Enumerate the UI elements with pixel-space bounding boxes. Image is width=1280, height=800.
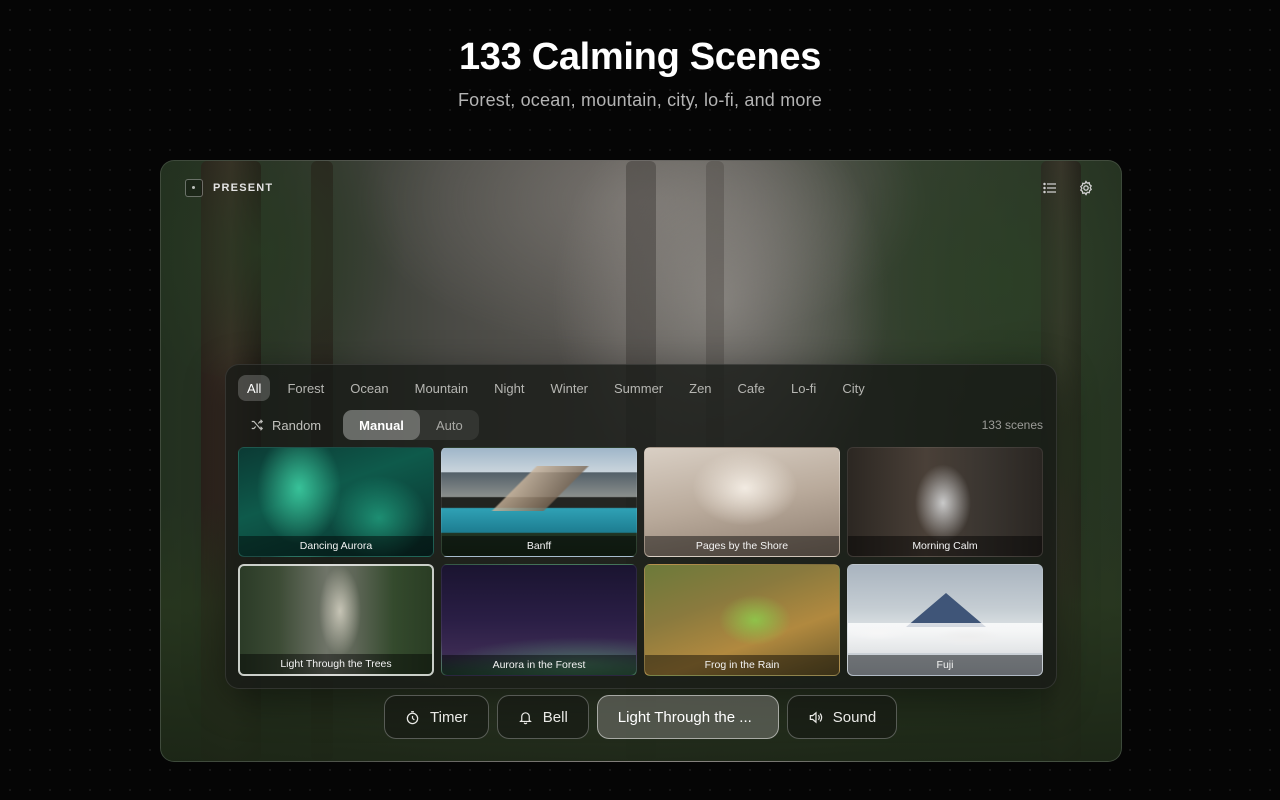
random-label: Random [272,417,322,433]
timer-button[interactable]: Timer [384,695,489,739]
category-tabs: All Forest Ocean Mountain Night Winter S… [238,375,882,401]
scene-card[interactable]: Dancing Aurora [238,447,434,557]
scene-card-label: Dancing Aurora [239,536,433,556]
random-button[interactable]: Random [238,410,333,440]
scene-card[interactable]: Pages by the Shore [644,447,840,557]
manual-mode-button[interactable]: Manual [343,410,420,440]
scene-card[interactable]: Fuji [847,564,1043,676]
now-playing-button[interactable]: Light Through the ... [596,695,779,739]
timer-icon [406,710,419,724]
sound-label: Sound [832,708,877,726]
scene-card[interactable]: Frog in the Rain [644,564,840,676]
tab-cafe[interactable]: Cafe [729,375,774,401]
top-bar: PRESENT [185,177,1097,199]
scene-card-label: Banff [442,536,636,556]
scene-grid: Dancing Aurora Banff Pages by the Shore … [238,447,1044,676]
scene-card[interactable]: Aurora in the Forest [441,564,637,676]
tab-night[interactable]: Night [485,375,533,401]
list-icon[interactable] [1039,177,1061,199]
bottom-dock: Timer Bell Light Through the ... Sound [384,695,898,739]
scene-card-label: Pages by the Shore [645,536,839,556]
bell-button[interactable]: Bell [496,695,589,739]
scene-card-label: Fuji [848,655,1042,675]
mountain-shape [906,593,986,627]
timer-label: Timer [430,708,468,726]
brand-name: PRESENT [213,182,274,194]
bell-label: Bell [542,708,568,726]
scene-card-label: Aurora in the Forest [442,655,636,675]
sound-button[interactable]: Sound [786,695,898,739]
hero-subtitle: Forest, ocean, mountain, city, lo-fi, an… [457,90,823,110]
scene-card-label: Frog in the Rain [645,655,839,675]
mode-controls: Random Manual Auto [238,410,479,440]
now-playing-label: Light Through the ... [617,708,752,726]
top-bar-actions [1039,177,1097,199]
logo-mark [185,179,203,197]
tab-zen[interactable]: Zen [680,375,720,401]
scene-picker-panel: All Forest Ocean Mountain Night Winter S… [225,364,1057,689]
tab-lofi[interactable]: Lo-fi [782,375,825,401]
shuffle-icon [251,419,264,431]
tab-summer[interactable]: Summer [605,375,672,401]
scene-card[interactable]: Morning Calm [847,447,1043,557]
gear-icon[interactable] [1075,177,1097,199]
tab-mountain[interactable]: Mountain [406,375,477,401]
scene-card-label: Morning Calm [848,536,1042,556]
tab-all[interactable]: All [238,375,271,401]
hero-title: 133 Calming Scenes [458,36,822,78]
tab-forest[interactable]: Forest [278,375,333,401]
speaker-icon [809,710,822,724]
tab-city[interactable]: City [833,375,873,401]
scene-card-selected[interactable]: Light Through the Trees [238,564,434,676]
tab-winter[interactable]: Winter [541,375,597,401]
scene-count: 133 scenes [981,418,1043,432]
app-window: PRESENT All Forest Ocean Mountain Night … [160,160,1122,762]
mode-segmented-control: Manual Auto [343,410,479,440]
mountain-ridge [442,466,636,511]
tab-ocean[interactable]: Ocean [341,375,397,401]
auto-mode-button[interactable]: Auto [420,410,479,440]
scene-card[interactable]: Banff [441,447,637,557]
scene-card-label: Light Through the Trees [240,654,432,674]
bell-icon [518,711,532,724]
cloud-layer [848,623,1042,653]
